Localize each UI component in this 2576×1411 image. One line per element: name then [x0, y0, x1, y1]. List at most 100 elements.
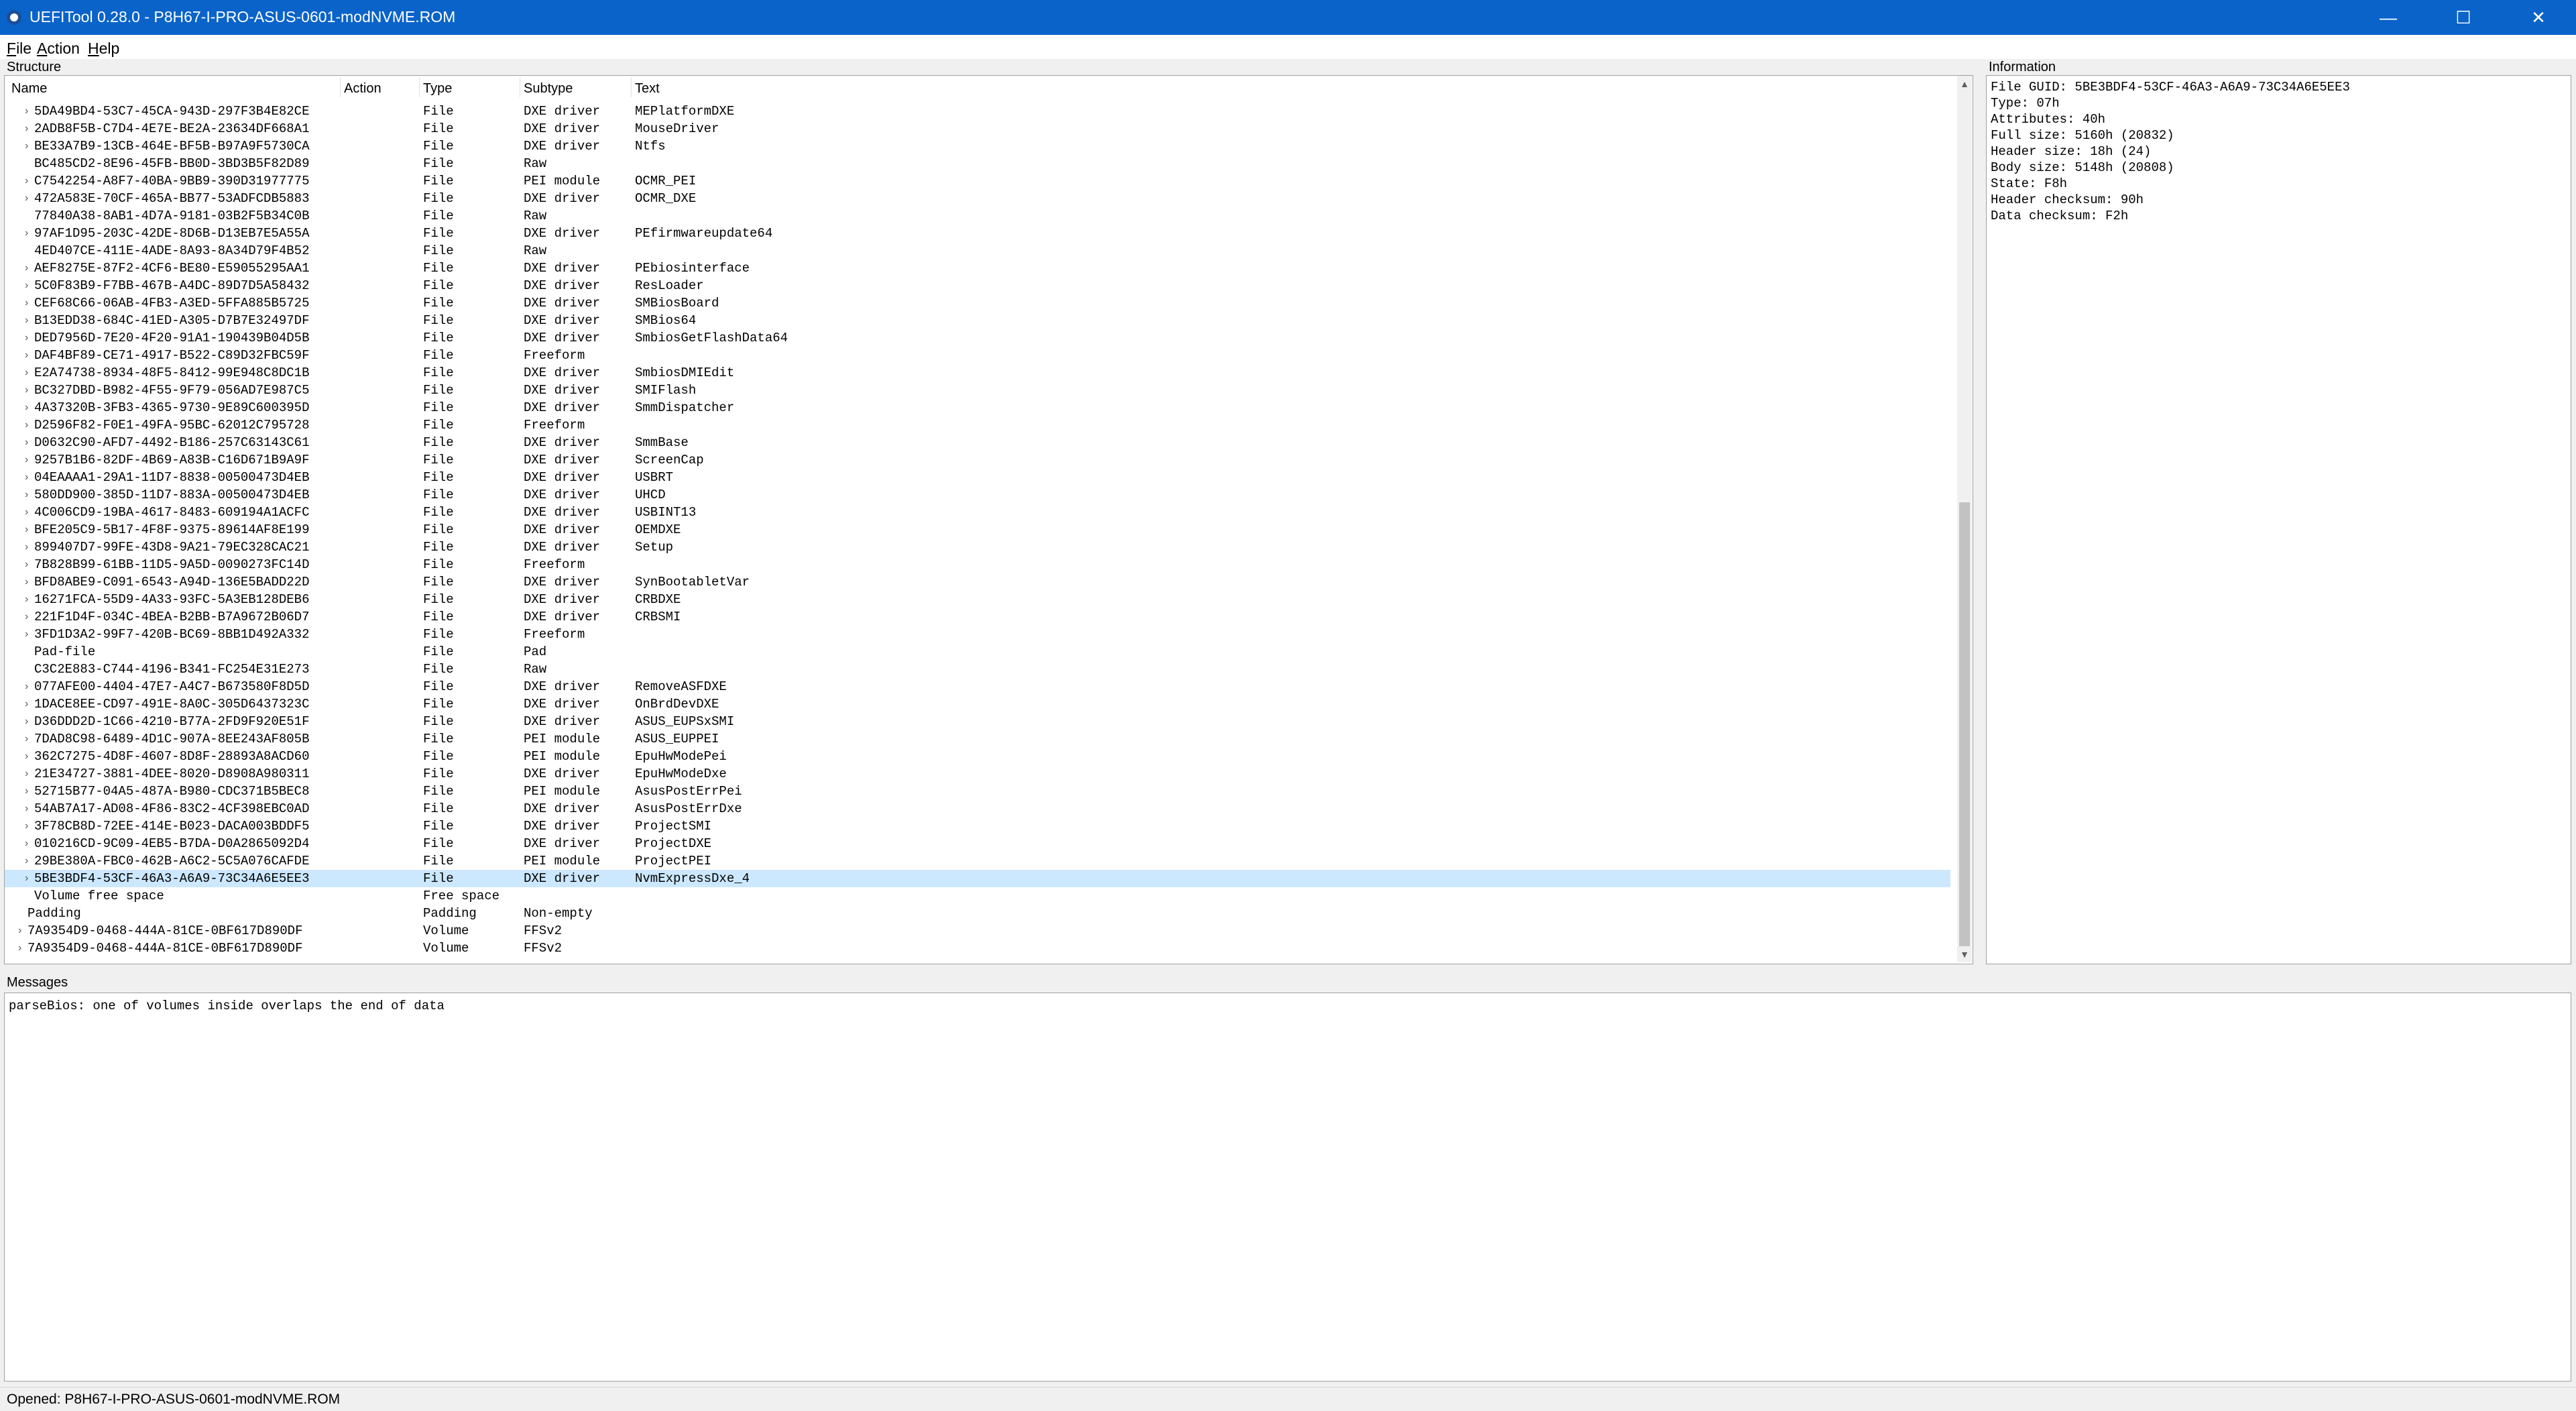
expand-arrow-icon[interactable]: ›: [25, 610, 28, 624]
expand-arrow-icon[interactable]: ›: [18, 941, 21, 956]
expand-arrow-icon[interactable]: ›: [25, 836, 28, 851]
expand-arrow-icon[interactable]: ›: [25, 278, 28, 293]
column-divider[interactable]: [419, 77, 420, 97]
expand-arrow-icon[interactable]: ›: [25, 121, 28, 136]
column-name[interactable]: Name: [11, 81, 47, 97]
scroll-up-icon[interactable]: ▲: [1957, 76, 1972, 92]
expand-arrow-icon[interactable]: ›: [25, 226, 28, 241]
table-row[interactable]: › 9257B1B6-82DF-4B69-A83B-C16D671B9A9F Fil…: [5, 451, 1950, 469]
column-divider[interactable]: [340, 77, 341, 97]
column-divider[interactable]: [631, 77, 632, 97]
scroll-thumb[interactable]: [1959, 502, 1970, 946]
expand-arrow-icon[interactable]: ›: [25, 732, 28, 746]
expand-arrow-icon[interactable]: ›: [25, 767, 28, 781]
table-row[interactable]: › 7DAD8C98-6489-4D1C-907A-8EE243AF805B Fil…: [5, 730, 1950, 748]
menu-help[interactable]: Help: [88, 40, 119, 58]
expand-arrow-icon[interactable]: ›: [25, 365, 28, 380]
table-row[interactable]: › CEF68C66-06AB-4FB3-A3ED-5FFA885B5725 Fil…: [5, 294, 1950, 312]
table-row[interactable]: › 97AF1D95-203C-42DE-8D6B-D13EB7E5A55A Fil…: [5, 225, 1950, 242]
expand-arrow-icon[interactable]: ›: [25, 400, 28, 415]
table-row[interactable]: › 899407D7-99FE-43D8-9A21-79EC328CAC21 Fil…: [5, 539, 1950, 556]
expand-arrow-icon[interactable]: ›: [25, 296, 28, 311]
table-row[interactable]: Pad-file File Pad: [5, 643, 1950, 661]
expand-arrow-icon[interactable]: ›: [25, 104, 28, 119]
column-action[interactable]: Action: [344, 81, 382, 97]
info-line[interactable]: Header size: 18h (24): [1991, 144, 2151, 159]
info-line[interactable]: Attributes: 40h: [1991, 112, 2105, 127]
table-row[interactable]: › 54AB7A17-AD08-4F86-83C2-4CF398EBC0AD Fil…: [5, 800, 1950, 817]
table-row[interactable]: › 3FD1D3A2-99F7-420B-BC69-8BB1D492A332 Fil…: [5, 626, 1950, 643]
minimize-button[interactable]: —: [2351, 0, 2426, 35]
table-row[interactable]: › 3F78CB8D-72EE-414E-B023-DACA003BDDF5 Fil…: [5, 817, 1950, 835]
table-row[interactable]: › 7B828B99-61BB-11D5-9A5D-0090273FC14D Fil…: [5, 556, 1950, 573]
expand-arrow-icon[interactable]: ›: [25, 470, 28, 485]
table-row[interactable]: › 4C006CD9-19BA-4617-8483-609194A1ACFC Fil…: [5, 504, 1950, 521]
column-subtype[interactable]: Subtype: [524, 81, 573, 97]
table-row[interactable]: › BC327DBD-B982-4F55-9F79-056AD7E987C5 Fil…: [5, 382, 1950, 399]
structure-tree[interactable]: Name Action Type Subtype Text › 5DA49BD4-…: [4, 75, 1973, 964]
expand-arrow-icon[interactable]: ›: [25, 522, 28, 537]
table-row[interactable]: › AEF8275E-87F2-4CF6-BE80-E59055295AA1 Fil…: [5, 260, 1950, 277]
table-row[interactable]: › 7A9354D9-0468-444A-81CE-0BF617D890DF Vol…: [5, 940, 1950, 957]
table-row[interactable]: › 362C7275-4D8F-4607-8D8F-28893A8ACD60 Fil…: [5, 748, 1950, 765]
table-row[interactable]: › DED7956D-7E20-4F20-91A1-190439B04D5B Fil…: [5, 329, 1950, 347]
info-line[interactable]: Body size: 5148h (20808): [1991, 160, 2174, 175]
table-row[interactable]: › 29BE380A-FBC0-462B-A6C2-5C5A076CAFDE Fil…: [5, 852, 1950, 870]
menu-file[interactable]: File: [7, 40, 32, 58]
expand-arrow-icon[interactable]: ›: [25, 313, 28, 328]
table-row[interactable]: › D36DDD2D-1C66-4210-B77A-2FD9F920E51F Fil…: [5, 713, 1950, 730]
table-row[interactable]: Padding Padding Non-empty: [5, 905, 1950, 922]
expand-arrow-icon[interactable]: ›: [25, 557, 28, 572]
expand-arrow-icon[interactable]: ›: [25, 627, 28, 642]
info-line[interactable]: Type: 07h: [1991, 96, 2060, 111]
table-row[interactable]: › 580DD900-385D-11D7-883A-00500473D4EB Fil…: [5, 486, 1950, 504]
info-line[interactable]: State: F8h: [1991, 176, 2067, 191]
column-text[interactable]: Text: [635, 81, 660, 97]
table-row[interactable]: › 5DA49BD4-53C7-45CA-943D-297F3B4E82CE Fil…: [5, 103, 1950, 120]
expand-arrow-icon[interactable]: ›: [25, 749, 28, 764]
expand-arrow-icon[interactable]: ›: [25, 819, 28, 834]
menu-action[interactable]: Action: [37, 40, 80, 58]
messages-panel[interactable]: parseBios: one of volumes inside overlap…: [4, 993, 2571, 1381]
message-line[interactable]: parseBios: one of volumes inside overlap…: [9, 999, 445, 1013]
expand-arrow-icon[interactable]: ›: [25, 801, 28, 816]
expand-arrow-icon[interactable]: ›: [25, 871, 28, 886]
scroll-down-icon[interactable]: ▼: [1957, 946, 1972, 962]
maximize-button[interactable]: ☐: [2426, 0, 2501, 35]
expand-arrow-icon[interactable]: ›: [25, 679, 28, 694]
table-row[interactable]: › E2A74738-8934-48F5-8412-99E948C8DC1B Fil…: [5, 364, 1950, 382]
expand-arrow-icon[interactable]: ›: [18, 923, 21, 938]
close-button[interactable]: ✕: [2501, 0, 2576, 35]
expand-arrow-icon[interactable]: ›: [25, 784, 28, 799]
table-row[interactable]: › 21E34727-3881-4DEE-8020-D8908A980311 Fil…: [5, 765, 1950, 783]
title-bar[interactable]: UEFITool 0.28.0 - P8H67-I-PRO-ASUS-0601-…: [0, 0, 2576, 35]
table-row[interactable]: › 7A9354D9-0468-444A-81CE-0BF617D890DF Vol…: [5, 922, 1950, 940]
expand-arrow-icon[interactable]: ›: [25, 714, 28, 729]
table-row[interactable]: › DAF4BF89-CE71-4917-B522-C89D32FBC59F Fil…: [5, 347, 1950, 364]
table-row[interactable]: › 52715B77-04A5-487A-B980-CDC371B5BEC8 Fil…: [5, 783, 1950, 800]
table-row[interactable]: › 472A583E-70CF-465A-BB77-53ADFCDB5883 Fil…: [5, 190, 1950, 207]
expand-arrow-icon[interactable]: ›: [25, 261, 28, 276]
table-row[interactable]: › 010216CD-9C09-4EB5-B7DA-D0A2865092D4 Fil…: [5, 835, 1950, 852]
structure-scrollbar[interactable]: ▲ ▼: [1957, 76, 1972, 962]
table-row[interactable]: › 1DACE8EE-CD97-491E-8A0C-305D6437323C Fil…: [5, 695, 1950, 713]
table-row[interactable]: › BFE205C9-5B17-4F8F-9375-89614AF8E199 Fil…: [5, 521, 1950, 539]
info-line[interactable]: Full size: 5160h (20832): [1991, 128, 2174, 143]
expand-arrow-icon[interactable]: ›: [25, 697, 28, 712]
table-row[interactable]: › 5C0F83B9-F7BB-467B-A4DC-89D7D5A58432 Fil…: [5, 277, 1950, 294]
expand-arrow-icon[interactable]: ›: [25, 418, 28, 433]
table-row[interactable]: › BFD8ABE9-C091-6543-A94D-136E5BADD22D Fil…: [5, 573, 1950, 591]
table-row[interactable]: BC485CD2-8E96-45FB-BB0D-3BD3B5F82D89 File…: [5, 155, 1950, 172]
expand-arrow-icon[interactable]: ›: [25, 575, 28, 589]
expand-arrow-icon[interactable]: ›: [25, 383, 28, 398]
table-row[interactable]: › BE33A7B9-13CB-464E-BF5B-B97A9F5730CA Fil…: [5, 137, 1950, 155]
table-row[interactable]: › 4A37320B-3FB3-4365-9730-9E89C600395D Fil…: [5, 399, 1950, 416]
table-row[interactable]: › C7542254-A8F7-40BA-9BB9-390D31977775 Fil…: [5, 172, 1950, 190]
table-row[interactable]: › 04EAAAA1-29A1-11D7-8838-00500473D4EB Fil…: [5, 469, 1950, 486]
expand-arrow-icon[interactable]: ›: [25, 331, 28, 345]
expand-arrow-icon[interactable]: ›: [25, 854, 28, 868]
info-line[interactable]: Header checksum: 90h: [1991, 192, 2144, 207]
table-row[interactable]: Volume free space Free space: [5, 887, 1950, 905]
table-row[interactable]: › 2ADB8F5B-C7D4-4E7E-BE2A-23634DF668A1 Fil…: [5, 120, 1950, 137]
table-row[interactable]: C3C2E883-C744-4196-B341-FC254E31E273 File…: [5, 661, 1950, 678]
